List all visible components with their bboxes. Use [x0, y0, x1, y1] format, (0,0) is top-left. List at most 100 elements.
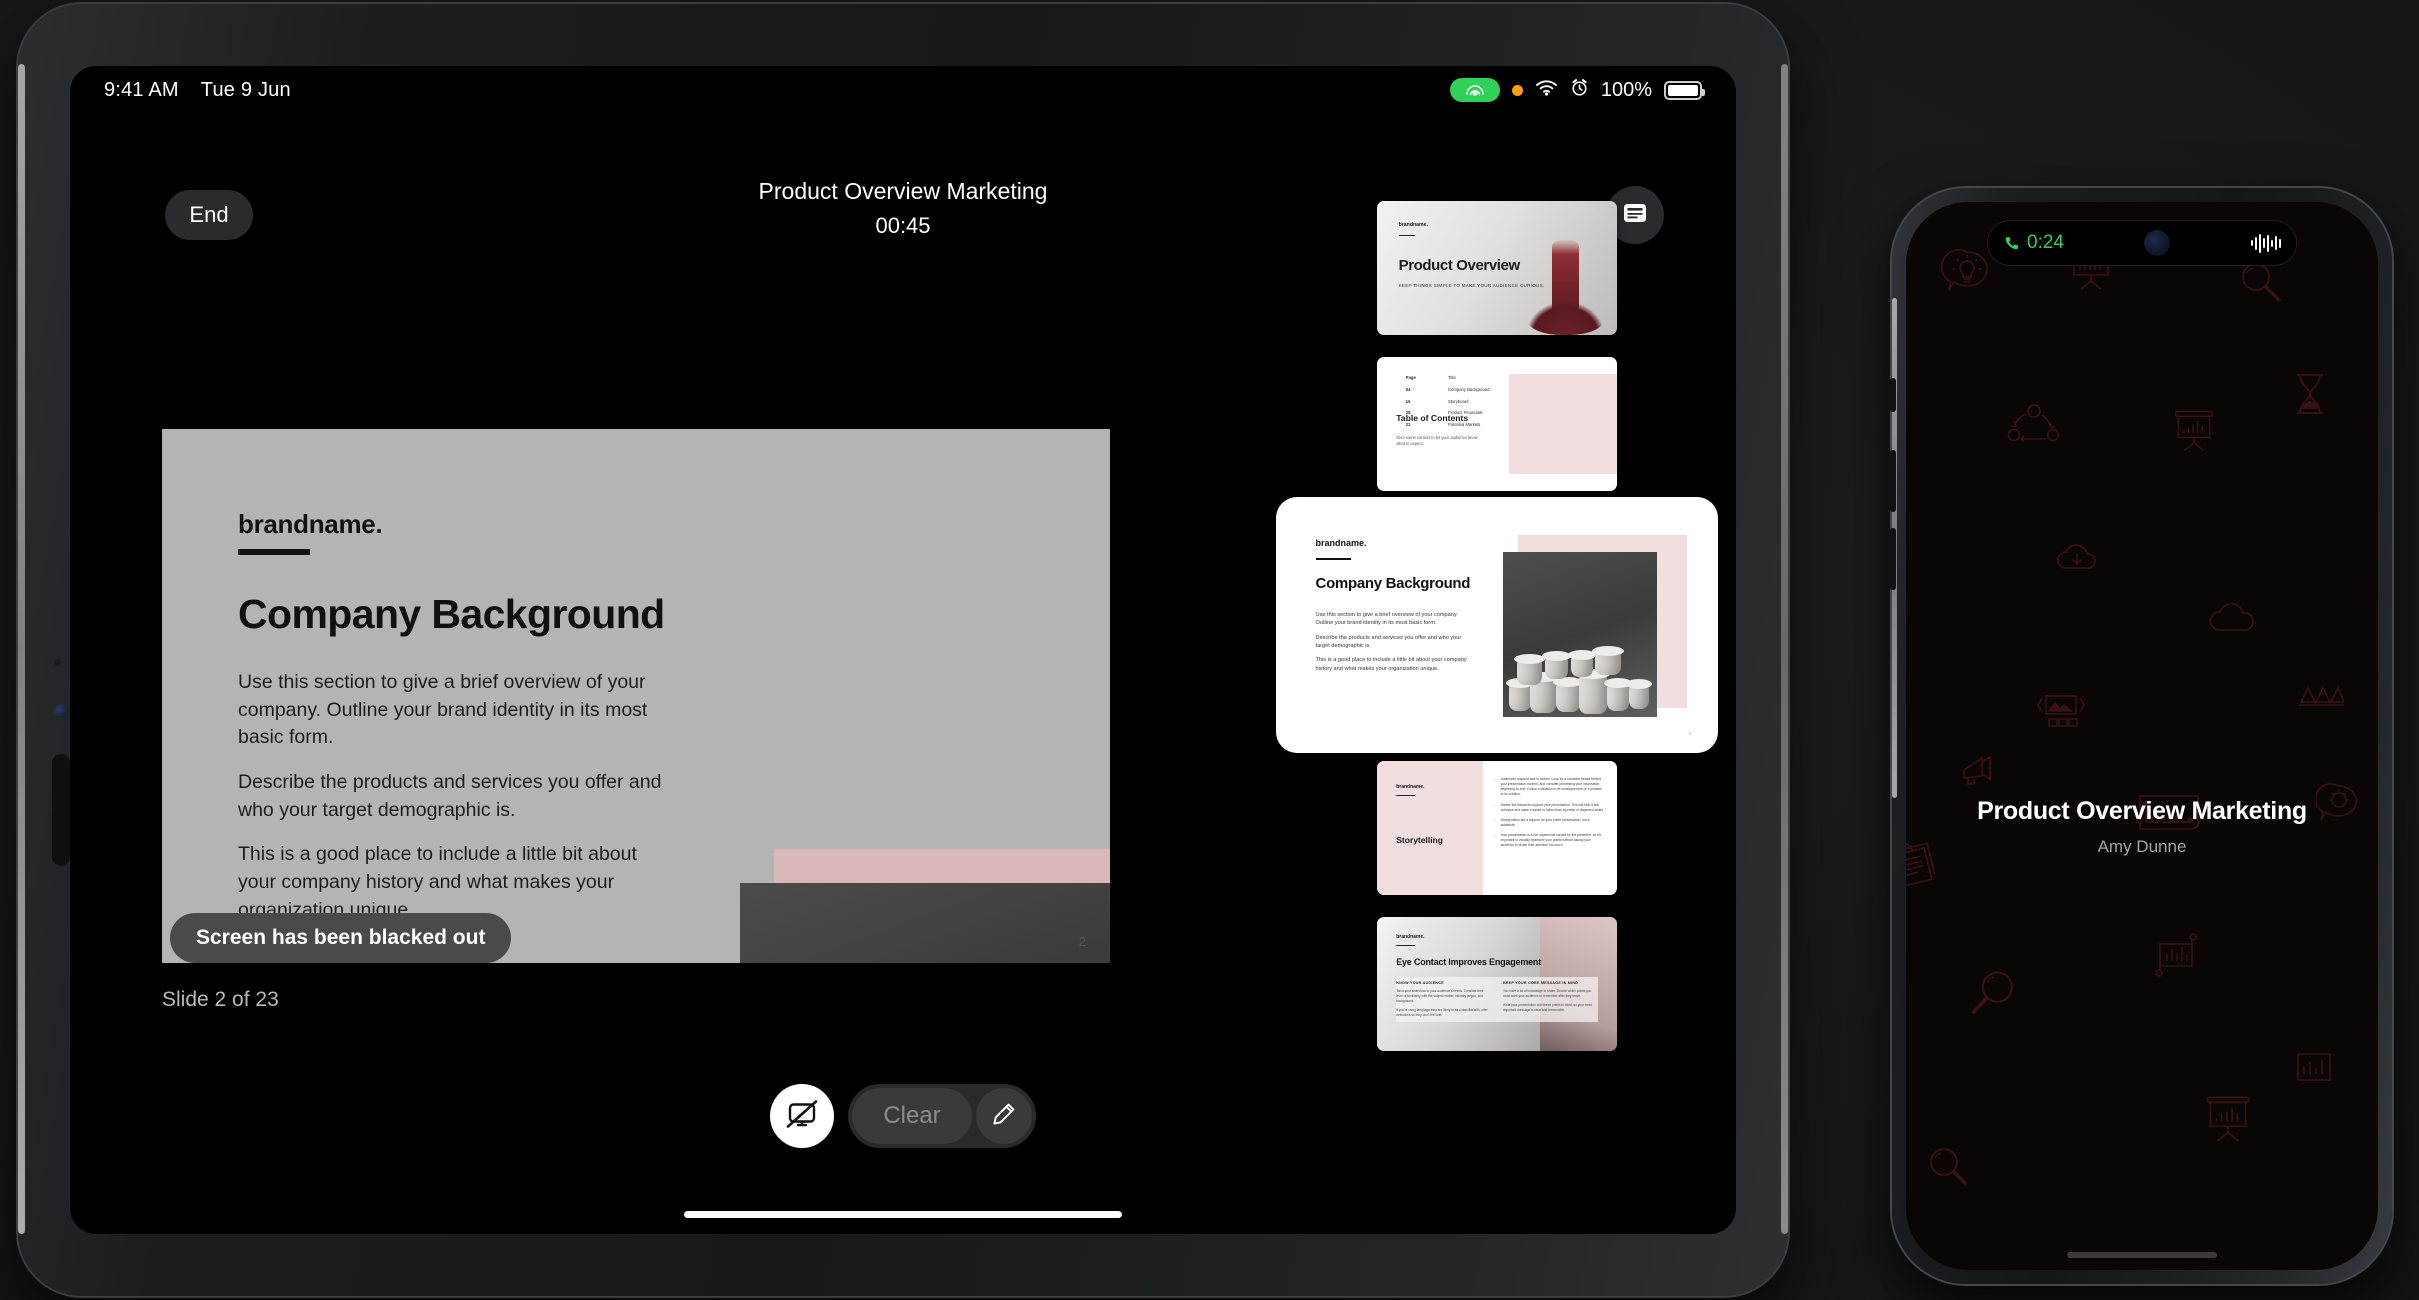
mic-in-use-dot: [1511, 84, 1523, 96]
slide-brand: brandname.: [238, 509, 383, 539]
thumb-bullet-list: Audiences respond well to stories. Look …: [1495, 777, 1605, 853]
dynamic-island[interactable]: 0:24: [1987, 220, 2297, 266]
cloud-icon: [2209, 603, 2254, 631]
thumb-title: Storytelling: [1396, 834, 1443, 845]
thumb-title: Product Overview: [1398, 257, 1521, 275]
thumb-title: Eye Contact Improves Engagement: [1396, 957, 1542, 968]
ipad-front-camera: [54, 704, 68, 718]
ipad-right-edge: [1781, 64, 1788, 1234]
audio-waveform-icon: [2250, 233, 2281, 253]
call-timer: 0:24: [2027, 232, 2064, 253]
ipad-left-edge: [18, 64, 25, 1234]
iphone-presenter-name: Amy Dunne: [2097, 837, 2187, 856]
thumb-pink-panel: [1377, 761, 1483, 895]
ipad-device: 9:41 AM Tue 9 Jun 100% End Product Overv…: [18, 4, 1788, 1296]
screen-share-icon[interactable]: [1449, 78, 1500, 102]
thumb-rule: [1396, 794, 1416, 796]
thumb-paragraph: This is a good place to include a little…: [1315, 657, 1467, 672]
thumb-column-paragraph: You have a lot of knowledge to share. De…: [1503, 989, 1592, 999]
thumb-paragraph: Describe the products and services you o…: [1315, 634, 1462, 649]
thumbnail-slide-2[interactable]: Table of Contents Give some context to l…: [1282, 357, 1712, 491]
thumb-two-columns: KNOW YOUR AUDIENCE Tailor your slideshow…: [1396, 977, 1598, 1023]
magnifier-icon: [1971, 971, 2013, 1014]
megaphone-icon: [1963, 755, 1991, 785]
status-time: 9:41 AM: [104, 78, 179, 101]
presentation-chart-icon: [2174, 410, 2214, 451]
toc-col-title: Title: [1448, 375, 1456, 381]
thumb-vase-image: [1526, 238, 1605, 335]
wifi-icon: [1535, 79, 1558, 102]
clear-annotations-button[interactable]: Clear: [852, 1088, 972, 1144]
slide-brand-rule: [238, 549, 310, 555]
thumb-toc-table: Page Title 04 Company Background 15 Stor…: [1406, 372, 1598, 431]
thumbnail-slide-5[interactable]: brandname. Eye Contact Improves Engageme…: [1282, 917, 1712, 1051]
thumb-rule: [1398, 234, 1416, 236]
decorative-doodle-pattern: [1906, 202, 2378, 1270]
toc-page: 15: [1405, 398, 1411, 404]
thumb-column: KNOW YOUR AUDIENCE Tailor your slideshow…: [1396, 981, 1491, 1022]
slide-navigator[interactable]: brandname. Product Overview KEEP THINGS …: [1282, 201, 1712, 1073]
ipad-sensor-small: [54, 659, 61, 666]
thumb-paragraph: Use this section to give a brief overvie…: [1315, 611, 1458, 627]
toc-page: 04: [1405, 386, 1411, 392]
presentation-chart-icon: [2206, 1096, 2250, 1142]
thumb-column-body: You have a lot of knowledge to share. De…: [1503, 989, 1598, 1013]
thumb-column-heading: KNOW YOUR AUDIENCE: [1396, 981, 1444, 986]
thumb-body: Use this section to give a brief overvie…: [1316, 611, 1476, 679]
thumbnail-slide-3-current[interactable]: brandname. Company Background Use this s…: [1282, 507, 1712, 743]
slide-page-number: 2: [1078, 934, 1086, 949]
iphone-screen: 0:24 Product Overview Marketing Amy Dunn…: [1906, 202, 2378, 1270]
slide-image-icon: [2037, 695, 2085, 727]
blackout-screen-button[interactable]: [770, 1084, 834, 1148]
iphone-device: 0:24 Product Overview Marketing Amy Dunn…: [1890, 188, 2392, 1284]
slide-paragraph: Use this section to give a brief overvie…: [238, 671, 648, 749]
slide-heading: Company Background: [238, 591, 665, 637]
volume-up-button[interactable]: [1890, 450, 1896, 512]
thumb-page-number: 2: [1688, 730, 1692, 736]
thumbnail-slide-1[interactable]: brandname. Product Overview KEEP THINGS …: [1282, 201, 1712, 335]
cloud-download-icon: [2057, 544, 2096, 569]
triangle-chart-icon: [2299, 686, 2344, 706]
toc-title: Product Financials: [1448, 410, 1483, 416]
volume-down-button[interactable]: [52, 804, 70, 866]
iphone-presentation-title: Product Overview Marketing: [1977, 797, 2307, 825]
thumb-rule: [1315, 557, 1352, 560]
thumb-bullet: Strong slides are a support for your ent…: [1495, 818, 1605, 828]
ipad-status-bar: 9:41 AM Tue 9 Jun 100%: [70, 66, 1736, 114]
phone-call-icon: [2005, 236, 2019, 249]
pen-tool-button[interactable]: [976, 1088, 1032, 1144]
presenter-toolbar: Clear: [70, 1084, 1736, 1148]
thumb-title: Company Background: [1315, 575, 1471, 593]
hourglass-icon: [2297, 374, 2323, 414]
toc-title: Potential Markets: [1448, 422, 1481, 428]
status-date: Tue 9 Jun: [200, 78, 291, 101]
thumb-brand: brandname.: [1315, 537, 1367, 548]
thumb-rule: [1396, 945, 1416, 947]
ipad-home-indicator[interactable]: [684, 1211, 1122, 1218]
battery-icon: [1664, 80, 1705, 100]
thumb-column-paragraph: Tailor your slideshow to your audience's…: [1396, 989, 1484, 1004]
thumb-subtitle: Give some context to let your audience k…: [1396, 434, 1478, 446]
thumbnail-slide-4[interactable]: brandname. Storytelling Audiences respon…: [1282, 761, 1712, 895]
iphone-home-indicator[interactable]: [2067, 1252, 2217, 1258]
slide-body: Use this section to give a brief overvie…: [238, 669, 678, 942]
thumb-column-body: Tailor your slideshow to your audience's…: [1396, 989, 1491, 1018]
toc-col-page: Page: [1405, 375, 1416, 381]
idea-bubble-icon: [1940, 249, 1988, 291]
current-slide-canvas[interactable]: brandname. Company Background Use this s…: [162, 429, 1110, 963]
thumb-brand: brandname.: [1396, 783, 1425, 790]
thumb-column-heading: KEEP YOUR CORE MESSAGE IN MIND: [1503, 981, 1579, 986]
thumb-brand: brandname.: [1398, 222, 1428, 229]
volume-down-button[interactable]: [1890, 528, 1896, 590]
thumb-bullet: Weave the thread throughout your present…: [1495, 803, 1605, 813]
toc-page: 22: [1405, 422, 1411, 428]
flag-chart-icon: [2155, 933, 2197, 977]
front-camera-icon: [2144, 230, 2171, 256]
mute-switch[interactable]: [1890, 378, 1896, 412]
cycle-arrows-icon: [2007, 404, 2060, 443]
thumb-bullet: Audiences respond well to stories. Look …: [1495, 777, 1605, 797]
ipad-screen: 9:41 AM Tue 9 Jun 100% End Product Overv…: [70, 66, 1736, 1234]
pencil-icon: [991, 1101, 1017, 1132]
thumb-photo-pots: [1503, 551, 1658, 718]
blackout-toast: Screen has been blacked out: [170, 913, 512, 963]
